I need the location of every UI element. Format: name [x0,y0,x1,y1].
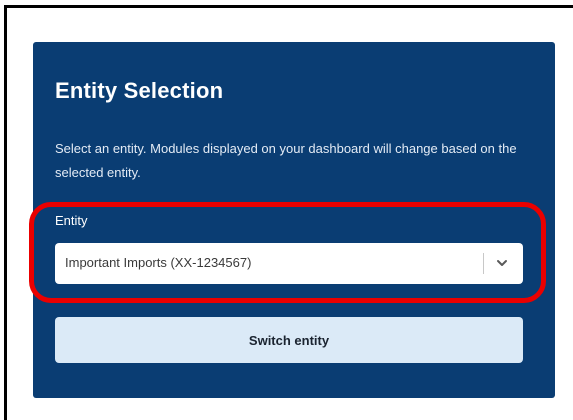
entity-select-value: Important Imports (XX-1234567) [65,255,252,270]
panel-title: Entity Selection [55,78,224,103]
entity-selection-panel: Entity Selection Select an entity. Modul… [33,42,555,398]
panel-description: Select an entity. Modules displayed on y… [55,141,517,180]
switch-entity-button[interactable]: Switch entity [55,317,523,363]
entity-select[interactable]: Important Imports (XX-1234567) [55,243,523,284]
chevron-down-icon[interactable] [494,254,510,272]
entity-field-label: Entity [55,213,88,228]
select-divider [483,253,484,274]
